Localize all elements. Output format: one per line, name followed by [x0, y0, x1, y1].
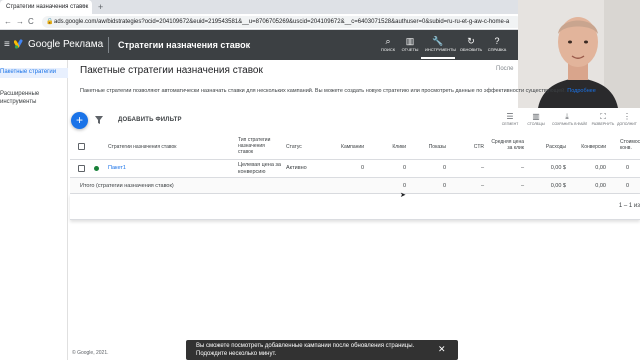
columns-icon: ▥	[532, 112, 540, 121]
active-tool-underline	[421, 57, 455, 59]
avg-cpc-value: –	[520, 165, 524, 171]
cost-value: 0,00 $	[550, 165, 566, 171]
campaigns-value: 0	[360, 165, 364, 171]
copyright: © Google, 2021.	[72, 350, 109, 356]
more-button[interactable]: ⋮ ДОПОЛНИТ	[614, 112, 640, 127]
strategy-type: Целевая цена за конверсию	[238, 162, 281, 175]
table-footer	[70, 194, 640, 220]
ctr-value: –	[480, 165, 484, 171]
reports-icon: ▥	[405, 36, 415, 46]
menu-icon[interactable]: ≡	[4, 39, 10, 51]
mouse-cursor-icon: ➤	[400, 192, 406, 199]
wrench-icon: 🔧	[432, 36, 444, 46]
more-icon: ⋮	[623, 112, 631, 121]
strategy-status: Активно	[286, 165, 307, 171]
col-name[interactable]: Стратегии назначения ставок	[108, 144, 177, 150]
col-ctr[interactable]: CTR	[450, 144, 484, 150]
page-title: Пакетные стратегии назначения ставок	[80, 65, 263, 76]
sidebar-item-advanced-tools[interactable]: инструменты	[0, 98, 36, 107]
new-tab-button[interactable]: +	[98, 0, 103, 14]
cost-per-conv-value: 0	[626, 165, 630, 171]
columns-button[interactable]: ▥ СТОЛБЦЫ	[521, 112, 551, 127]
total-clicks: 0	[402, 183, 406, 189]
learn-more-link[interactable]: Подробнее	[567, 88, 596, 94]
back-icon[interactable]: ←	[4, 14, 12, 30]
download-button[interactable]: ⤓ СОХРАНИТЬ В ФАЙЛ	[552, 112, 587, 127]
impressions-value: 0	[442, 165, 446, 171]
forward-icon[interactable]: →	[16, 14, 24, 30]
notification-toast: Вы сможете посмотреть добавленные кампан…	[186, 340, 458, 360]
col-clicks[interactable]: Клики	[370, 144, 406, 150]
toast-message: Вы сможете посмотреть добавленные кампан…	[196, 343, 415, 357]
total-cost: 0,00 $	[550, 183, 566, 189]
header-page-title: Стратегии назначения ставок	[118, 40, 251, 50]
help-icon: ?	[494, 36, 500, 46]
url-text: ads.google.com/aw/bidstrategies?ocid=204…	[54, 19, 510, 25]
total-cost-per-conv: 0	[626, 183, 630, 189]
close-icon[interactable]: ✕	[438, 344, 446, 355]
clicks-value: 0	[402, 165, 406, 171]
browser-tab[interactable]: Стратегии назначения ставок	[0, 0, 92, 14]
row-checkbox[interactable]	[78, 165, 85, 172]
filter-icon[interactable]	[95, 116, 103, 124]
download-icon: ⤓	[565, 112, 569, 121]
refresh-button[interactable]: ↻ ОБНОВИТЬ	[458, 35, 484, 57]
col-type[interactable]: Тип стратегии назначения ставок	[238, 137, 280, 155]
lock-icon: 🔒	[46, 19, 54, 25]
status-active-icon	[94, 166, 99, 171]
page-description: Пакетные стратегии позволяют автоматичес…	[80, 88, 596, 94]
table-header: Стратегии назначения ставок Тип стратеги…	[70, 134, 640, 160]
add-filter-button[interactable]: ДОБАВИТЬ ФИЛЬТР	[118, 117, 182, 123]
totals-row: Итого (стратегии назначения ставок) 0 0 …	[70, 178, 640, 194]
google-ads-logo-icon	[14, 39, 23, 49]
header-divider	[108, 37, 109, 53]
tab-close-icon[interactable]: ×	[82, 0, 86, 14]
total-avg-cpc: –	[520, 183, 524, 189]
total-conversions: 0,00	[595, 183, 606, 189]
reload-icon[interactable]: C	[28, 14, 34, 30]
sidebar: Пакетные стратегии Расширенные инструмен…	[0, 60, 68, 360]
url-field[interactable]: 🔒 ads.google.com/aw/bidstrategies?ocid=2…	[42, 16, 522, 28]
pagination-label: 1 – 1 из	[618, 203, 640, 209]
sidebar-item-batch-strategies[interactable]: Пакетные стратегии	[0, 68, 68, 78]
total-impressions: 0	[442, 183, 446, 189]
help-button[interactable]: ? СПРАВКА	[484, 35, 510, 57]
col-cost-per-conv[interactable]: Стоимость/конв.	[620, 139, 640, 151]
total-ctr: –	[480, 183, 484, 189]
table-row[interactable]: Пакет1 Целевая цена за конверсию Активно…	[70, 160, 640, 178]
refresh-icon: ↻	[467, 36, 475, 46]
conversions-value: 0,00	[595, 165, 606, 171]
add-strategy-button[interactable]: +	[71, 112, 88, 129]
reports-button[interactable]: ▥ ОТЧЕТЫ	[397, 35, 423, 57]
col-status[interactable]: Статус	[286, 144, 302, 150]
col-conversions[interactable]: Конверсии	[568, 144, 606, 150]
col-impressions[interactable]: Показы	[410, 144, 446, 150]
brand-name: Google Реклама	[28, 39, 104, 50]
browser-tab-title: Стратегии назначения ставок	[6, 4, 89, 10]
totals-label: Итого (стратегии назначения ставок)	[80, 183, 174, 189]
last-label: После	[496, 66, 514, 72]
select-all-checkbox[interactable]	[78, 143, 85, 150]
col-avg-cpc[interactable]: Средняя цена за клик	[488, 139, 524, 151]
strategy-name-link[interactable]: Пакет1	[108, 165, 126, 171]
col-cost[interactable]: Расходы	[530, 144, 566, 150]
col-campaigns[interactable]: Кампании	[328, 144, 364, 150]
tools-button[interactable]: 🔧 ИНСТРУМЕНТЫ	[425, 35, 456, 57]
